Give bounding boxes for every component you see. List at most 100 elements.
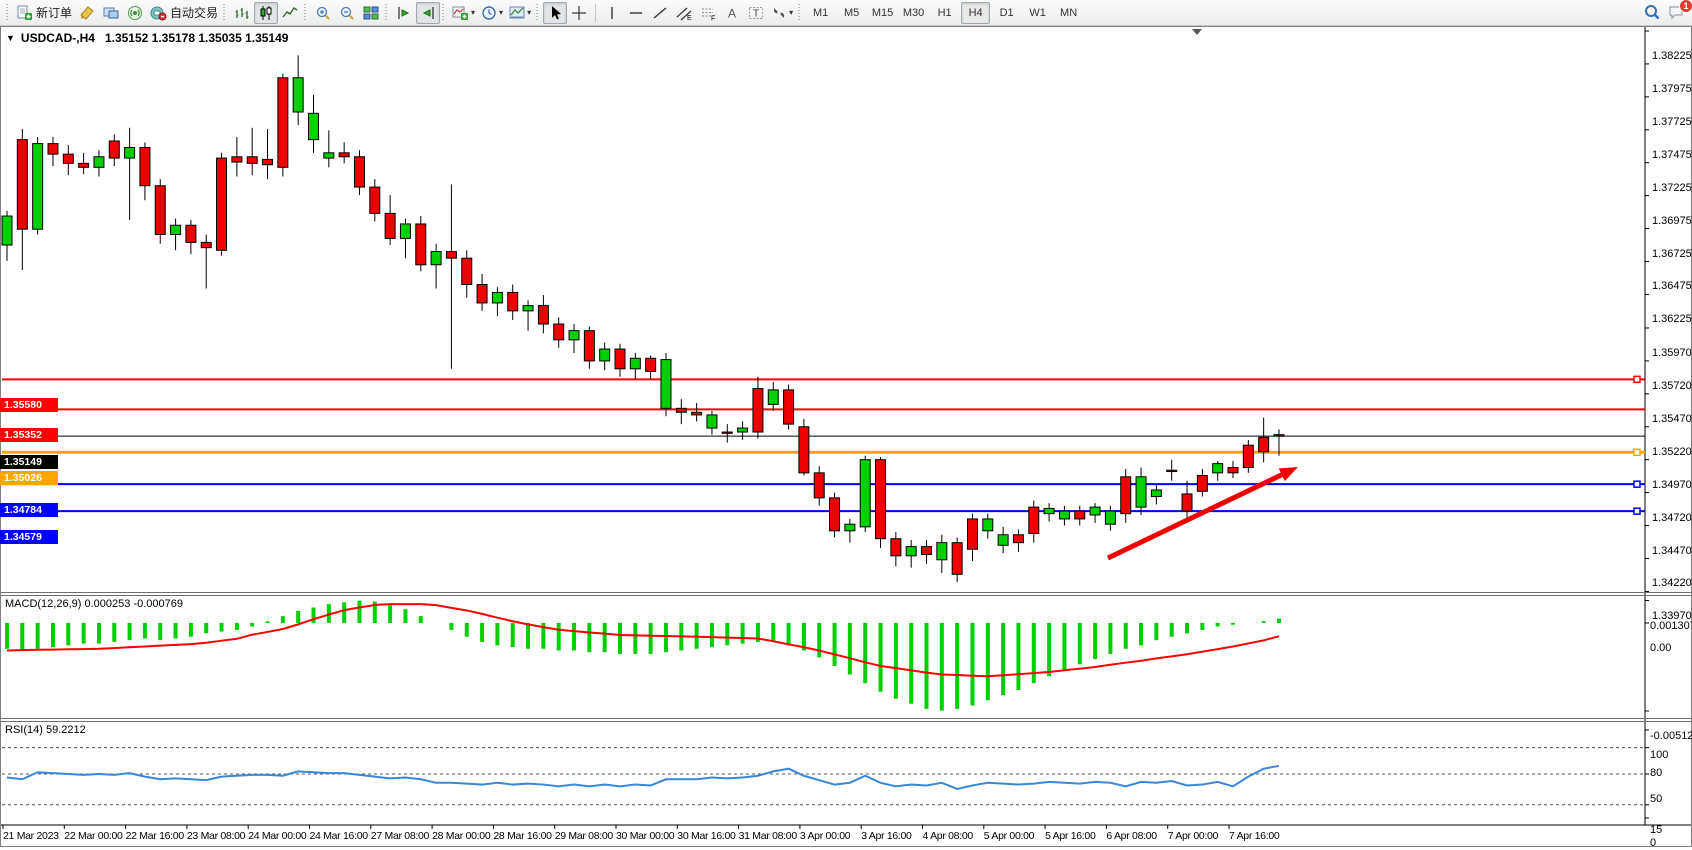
toolbar-separator: [595, 4, 596, 22]
metaeditor-icon: [79, 5, 95, 21]
chart-dropdown-icon[interactable]: ▼: [6, 33, 15, 43]
toolbar-grip[interactable]: [6, 4, 11, 22]
fibonacci-button[interactable]: F: [696, 2, 720, 24]
chart-title-row: ▼ USDCAD-,H4 1.35152 1.35178 1.35035 1.3…: [6, 31, 288, 45]
timeframe-D1[interactable]: D1: [992, 2, 1021, 24]
bar-chart-icon: [234, 5, 250, 21]
candle-bear: [876, 460, 886, 539]
macd-tick-label: 0.00: [1650, 642, 1671, 654]
candle-bull: [400, 224, 410, 238]
bar-chart-button[interactable]: [230, 2, 254, 24]
candle-bear: [79, 163, 89, 167]
candle-bull: [906, 547, 916, 556]
toolbar-grip[interactable]: [798, 4, 803, 22]
candle-bear: [278, 78, 288, 168]
chart-canvas[interactable]: [0, 26, 1692, 850]
candle-bear: [462, 258, 472, 284]
text-label-button[interactable]: T: [744, 2, 768, 24]
toolbar-grip[interactable]: [536, 4, 541, 22]
candle-bear: [538, 306, 548, 324]
text-button[interactable]: A: [720, 2, 744, 24]
zoom-in-icon: [315, 5, 331, 21]
rsi-tick-label: 100: [1650, 749, 1668, 761]
candle-bear: [508, 292, 518, 310]
timeframe-M5[interactable]: M5: [837, 2, 866, 24]
svg-text:F: F: [711, 15, 715, 21]
price-tick-label: 1.36475: [1652, 280, 1692, 292]
timeframe-M1[interactable]: M1: [806, 2, 835, 24]
candle-bear: [1197, 475, 1207, 491]
timeframe-H1[interactable]: H1: [930, 2, 959, 24]
search-button[interactable]: [1640, 2, 1664, 24]
notifications-button[interactable]: 1: [1664, 2, 1688, 24]
signals-icon: [127, 5, 143, 21]
candle-bear: [354, 157, 364, 187]
time-label: 24 Mar 16:00: [310, 830, 368, 842]
timeframe-W1[interactable]: W1: [1023, 2, 1052, 24]
line-anchor-handle[interactable]: [1634, 481, 1640, 487]
timeframe-H4[interactable]: H4: [961, 2, 990, 24]
templates-button[interactable]: ▾: [506, 2, 534, 24]
toolbar-grip[interactable]: [304, 4, 309, 22]
candle-bear: [814, 473, 824, 498]
candle-bear: [891, 539, 901, 556]
fibonacci-icon: F: [700, 5, 717, 21]
timeframe-M30[interactable]: M30: [899, 2, 928, 24]
autotrading-button[interactable]: 自动交易: [147, 2, 221, 24]
timeframe-MN[interactable]: MN: [1054, 2, 1083, 24]
candlestick-chart-button[interactable]: [254, 2, 278, 24]
chart-symbol-title: USDCAD-,H4: [21, 31, 95, 45]
metaeditor-button[interactable]: [75, 2, 99, 24]
arrows-button[interactable]: ▾: [768, 2, 796, 24]
equidistant-channel-icon: E: [676, 5, 693, 21]
line-anchor-handle[interactable]: [1634, 376, 1640, 382]
time-label: 3 Apr 00:00: [800, 830, 850, 842]
time-label: 7 Apr 00:00: [1168, 830, 1218, 842]
zoom-out-button[interactable]: [335, 2, 359, 24]
candle-bear: [830, 498, 840, 531]
toolbar-grip[interactable]: [223, 4, 228, 22]
price-tick-label: 1.37475: [1652, 149, 1692, 161]
line-anchor-handle[interactable]: [1634, 449, 1640, 455]
cursor-icon: [547, 5, 563, 21]
periods-button[interactable]: ▾: [478, 2, 506, 24]
candle-bear: [201, 242, 211, 247]
toolbar-grip[interactable]: [442, 4, 447, 22]
price-tick-label: 1.35470: [1652, 413, 1692, 425]
cursor-button[interactable]: [543, 2, 567, 24]
line-anchor-handle[interactable]: [1634, 508, 1640, 514]
periods-caret-icon: ▾: [499, 8, 503, 17]
virtual-hosting-button[interactable]: [99, 2, 123, 24]
candle-bear: [646, 358, 656, 371]
trendline-button[interactable]: [648, 2, 672, 24]
timeframe-M15[interactable]: M15: [868, 2, 897, 24]
candle-bull: [937, 543, 947, 560]
price-tick-label: 1.34470: [1652, 545, 1692, 557]
auto-scroll-button[interactable]: [392, 2, 416, 24]
line-chart-icon: [282, 5, 298, 21]
candle-bull: [569, 331, 579, 340]
candle-bear: [1167, 470, 1177, 471]
line-chart-button[interactable]: [278, 2, 302, 24]
chart-shift-button[interactable]: [416, 2, 440, 24]
crosshair-button[interactable]: [567, 2, 591, 24]
price-tick-label: 1.34970: [1652, 479, 1692, 491]
candle-bull: [33, 144, 43, 230]
equidistant-channel-button[interactable]: E: [672, 2, 696, 24]
candle-bull: [1090, 507, 1100, 515]
candle-bear: [155, 186, 165, 235]
vertical-line-button[interactable]: [600, 2, 624, 24]
new-order-button[interactable]: 新订单: [13, 2, 75, 24]
horizontal-line-button[interactable]: [624, 2, 648, 24]
time-label: 27 Mar 08:00: [371, 830, 429, 842]
indicators-button[interactable]: ▾: [449, 2, 478, 24]
tile-windows-button[interactable]: [359, 2, 383, 24]
zoom-in-button[interactable]: [311, 2, 335, 24]
candle-bear: [922, 547, 932, 555]
signals-button[interactable]: [123, 2, 147, 24]
hosting-icon: [103, 5, 120, 21]
time-label: 22 Mar 16:00: [126, 830, 184, 842]
toolbar-grip[interactable]: [385, 4, 390, 22]
toolbar-right-group: 1: [1640, 2, 1688, 24]
time-label: 23 Mar 08:00: [187, 830, 245, 842]
